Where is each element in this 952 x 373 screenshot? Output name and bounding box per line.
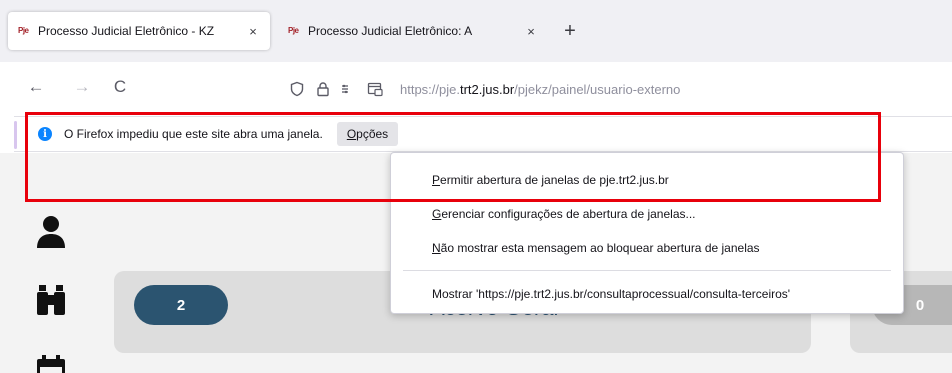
menu-separator [403, 270, 891, 271]
back-button[interactable]: ← [24, 76, 48, 100]
binoculars-icon[interactable] [36, 283, 66, 317]
url-path: /pjekz/painel/usuario-externo [514, 81, 681, 97]
show-blocked-popup-menu-item[interactable]: Mostrar 'https://pje.trt2.jus.br/consult… [391, 279, 903, 309]
tab-strip: Pje Processo Judicial Eletrônico - KZ × … [0, 0, 952, 62]
lock-icon[interactable] [312, 78, 334, 100]
tab-title: Processo Judicial Eletrônico - KZ [38, 24, 215, 38]
popup-blocked-icon[interactable] [364, 78, 386, 100]
menu-item-label: Mostrar 'https://pje.trt2.jus.br/consult… [432, 287, 791, 301]
menu-item-label: erenciar configurações de abertura de ja… [441, 207, 696, 221]
notification-accent [14, 121, 17, 149]
user-icon[interactable] [36, 215, 66, 249]
info-icon: i [38, 127, 52, 141]
close-tab-icon[interactable]: × [246, 24, 260, 39]
pje-favicon-icon: Pje [288, 26, 299, 35]
options-menu: Permitir abertura de janelas de pje.trt2… [390, 152, 904, 314]
options-label: pções [356, 127, 389, 141]
menu-accesskey: N [432, 241, 441, 255]
navigation-toolbar: ← → C https://pje.trt2.jus.br/pjekz/pain… [0, 62, 952, 114]
options-button[interactable]: Opções [336, 122, 399, 146]
close-tab-icon[interactable]: × [524, 24, 538, 39]
reload-button[interactable]: C [108, 76, 132, 100]
tab-pje-second[interactable]: Pje Processo Judicial Eletrônico: A × [278, 12, 548, 50]
forward-button[interactable]: → [70, 76, 94, 100]
permissions-icon[interactable] [338, 78, 360, 100]
new-tab-button[interactable]: + [558, 20, 582, 44]
url-text[interactable]: https://pje.trt2.jus.br/pjekz/painel/usu… [400, 82, 680, 97]
tab-title: Processo Judicial Eletrônico: A [308, 24, 473, 38]
dont-show-message-menu-item[interactable]: Não mostrar esta mensagem ao bloquear ab… [391, 233, 903, 263]
options-accesskey: O [346, 127, 357, 141]
calendar-icon[interactable] [36, 355, 66, 373]
count-badge: 2 [134, 285, 228, 325]
tab-pje-kz[interactable]: Pje Processo Judicial Eletrônico - KZ × [8, 12, 270, 50]
menu-accesskey: G [432, 207, 442, 221]
url-bar[interactable]: https://pje.trt2.jus.br/pjekz/painel/usu… [286, 74, 952, 104]
menu-accesskey: P [432, 173, 441, 187]
notification-message: O Firefox impediu que este site abra uma… [64, 127, 323, 141]
menu-item-label: ermitir abertura de janelas de pje.trt2.… [440, 173, 669, 187]
url-domain: trt2.jus.br [459, 81, 515, 97]
url-prefix: https://pje. [400, 81, 460, 97]
menu-item-label: ão mostrar esta mensagem ao bloquear abe… [440, 241, 760, 255]
popup-blocked-notification: i O Firefox impediu que este site abra u… [14, 116, 952, 152]
pje-favicon-icon: Pje [18, 26, 29, 35]
manage-popup-settings-menu-item[interactable]: Gerenciar configurações de abertura de j… [391, 199, 903, 229]
tracking-protection-shield-icon[interactable] [286, 78, 308, 100]
allow-popups-menu-item[interactable]: Permitir abertura de janelas de pje.trt2… [391, 165, 903, 195]
